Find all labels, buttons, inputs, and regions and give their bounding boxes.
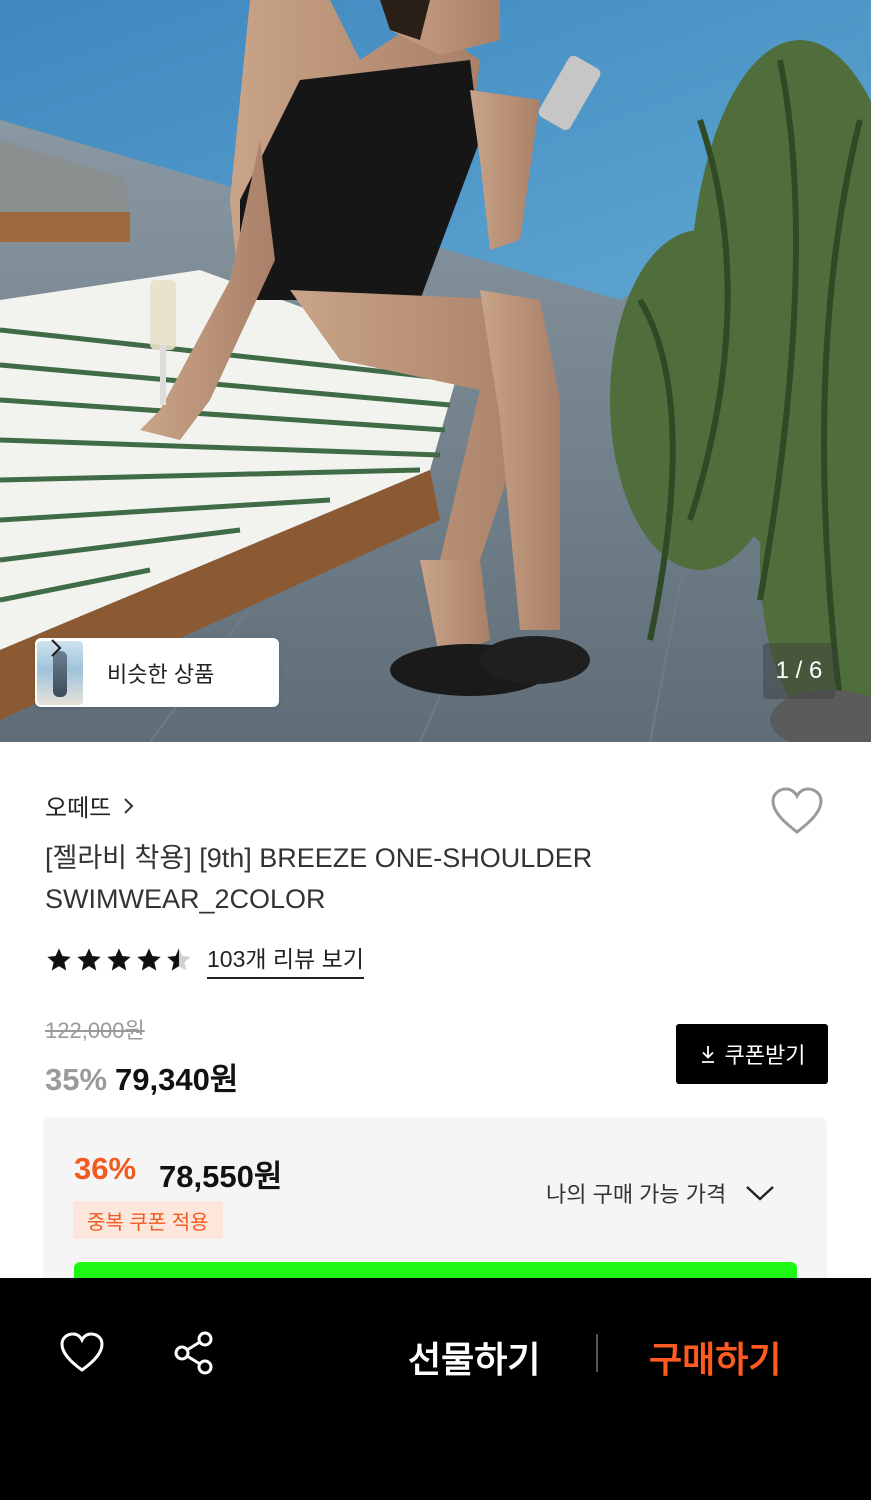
download-icon	[701, 1046, 714, 1063]
product-title: [젤라비 착용] [9th] BREEZE ONE-SHOULDER SWIMW…	[45, 843, 593, 914]
chevron-down-icon	[746, 1186, 775, 1201]
star-icon	[77, 947, 101, 970]
my-price: 78,550원	[159, 1159, 283, 1194]
brand-link[interactable]: 오떼뜨	[45, 788, 135, 823]
star-rating	[45, 946, 193, 974]
star-icon	[137, 947, 161, 970]
original-price: 122,000원	[45, 1018, 145, 1043]
duplicate-coupon-badge: 중복 쿠폰 적용	[73, 1201, 223, 1239]
review-link[interactable]: 103개 리뷰 보기	[207, 940, 364, 979]
wishlist-heart-icon[interactable]	[770, 786, 824, 836]
similar-products-button[interactable]: 비슷한 상품	[35, 638, 279, 707]
divider	[596, 1334, 598, 1372]
coupon-button-label: 쿠폰받기	[724, 1043, 806, 1068]
share-icon[interactable]	[172, 1330, 216, 1376]
brand-name: 오떼뜨	[45, 795, 112, 822]
chevron-right-icon	[51, 639, 62, 657]
product-image[interactable]: 비슷한 상품 1 / 6	[0, 0, 871, 742]
my-discount-rate: 36%	[74, 1151, 137, 1186]
image-counter: 1 / 6	[763, 643, 835, 699]
rating-row: 103개 리뷰 보기	[45, 940, 364, 979]
heart-icon[interactable]	[59, 1331, 105, 1373]
bottom-action-bar	[0, 1278, 871, 1500]
my-price-toggle[interactable]: 나의 구매 가능 가격	[546, 1177, 776, 1209]
download-coupon-button[interactable]: 쿠폰받기	[676, 1024, 828, 1084]
buy-button[interactable]: 구매하기	[649, 1331, 781, 1383]
chevron-right-icon	[124, 797, 134, 814]
price-row: 35% 79,340원	[45, 1054, 238, 1099]
discount-rate: 35%	[45, 1062, 108, 1097]
star-icon	[107, 947, 131, 970]
star-icon	[47, 947, 71, 970]
half-star-icon	[167, 947, 191, 970]
my-price-label: 나의 구매 가능 가격	[546, 1182, 727, 1207]
sale-price: 79,340원	[115, 1062, 239, 1097]
gift-button[interactable]: 선물하기	[408, 1331, 540, 1383]
product-photo	[0, 0, 871, 742]
similar-products-label: 비슷한 상품	[107, 661, 215, 687]
